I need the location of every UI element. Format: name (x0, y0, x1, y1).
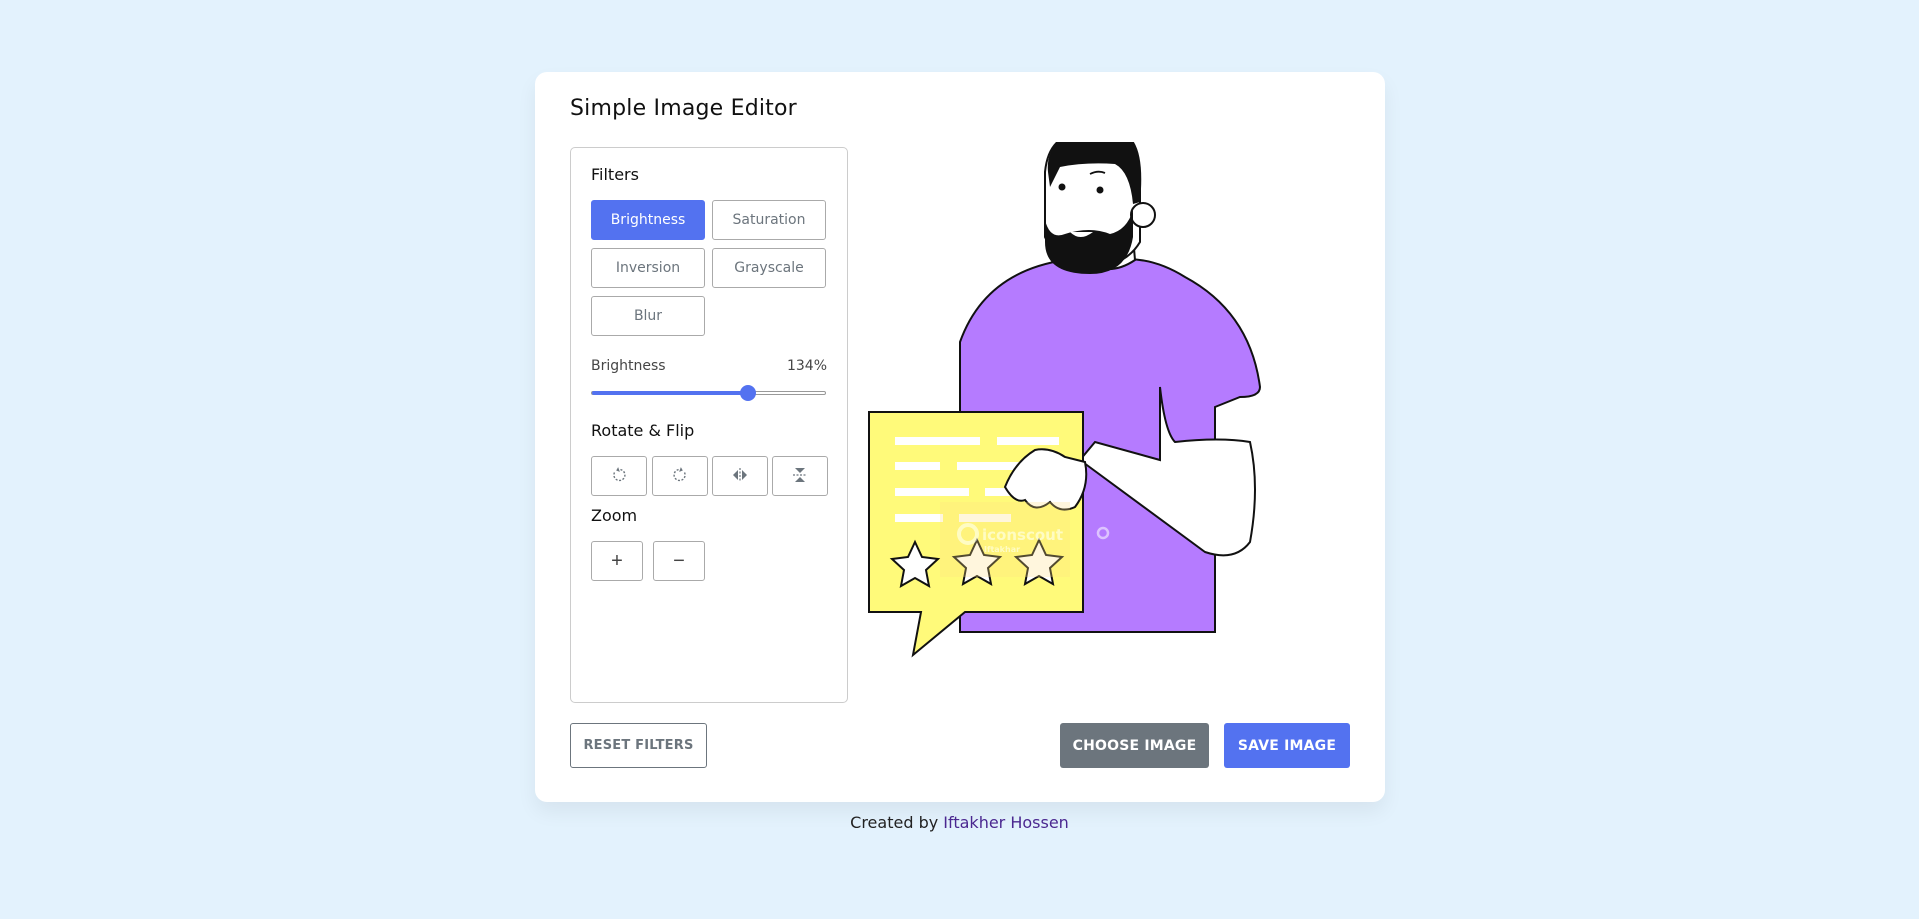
editor-panel: Filters Brightness Saturation Inversion … (570, 147, 848, 703)
slider-name: Brightness (591, 358, 666, 374)
footer: Created by Iftakher Hossen (0, 813, 1919, 832)
author-link[interactable]: Iftakher Hossen (943, 813, 1069, 832)
filter-brightness-button[interactable]: Brightness (591, 200, 705, 240)
filters-heading: Filters (591, 165, 639, 184)
slider-thumb[interactable] (740, 385, 757, 401)
flip-horizontal-button[interactable] (712, 456, 768, 496)
slider-info: Brightness 134% (591, 358, 827, 374)
filter-saturation-button[interactable]: Saturation (712, 200, 826, 240)
editor-card: Simple Image Editor Filters Brightness S… (535, 72, 1385, 802)
zoom-heading: Zoom (591, 506, 638, 525)
flip-horizontal-icon (731, 466, 749, 487)
footer-prefix: Created by (850, 813, 939, 832)
zoom-in-button[interactable]: + (591, 541, 643, 581)
filter-slider[interactable] (591, 385, 826, 401)
save-image-button[interactable]: SAVE IMAGE (1224, 723, 1350, 768)
illustration-person-review: iconscout Iftakhar (868, 125, 1262, 658)
rotate-right-button[interactable] (652, 456, 708, 496)
flip-vertical-button[interactable] (772, 456, 828, 496)
plus-icon: + (611, 549, 623, 572)
watermark-text: iconscout (982, 526, 1063, 544)
zoom-out-button[interactable]: − (653, 541, 705, 581)
filter-grayscale-button[interactable]: Grayscale (712, 248, 826, 288)
rotate-flip-heading: Rotate & Flip (591, 421, 695, 440)
flip-vertical-icon (791, 466, 809, 487)
minus-icon: − (673, 549, 685, 572)
reset-filters-button[interactable]: RESET FILTERS (570, 723, 707, 768)
slider-fill (592, 391, 749, 395)
choose-image-button[interactable]: CHOOSE IMAGE (1060, 723, 1209, 768)
filter-inversion-button[interactable]: Inversion (591, 248, 705, 288)
preview-image: iconscout Iftakhar (865, 125, 1365, 702)
page-title: Simple Image Editor (570, 96, 797, 121)
watermark-subtext: Iftakhar (984, 545, 1020, 554)
rotate-left-button[interactable] (591, 456, 647, 496)
slider-value: 134% (786, 358, 827, 374)
rotate-right-icon (671, 466, 689, 487)
filter-blur-button[interactable]: Blur (591, 296, 705, 336)
rotate-left-icon (610, 466, 628, 487)
